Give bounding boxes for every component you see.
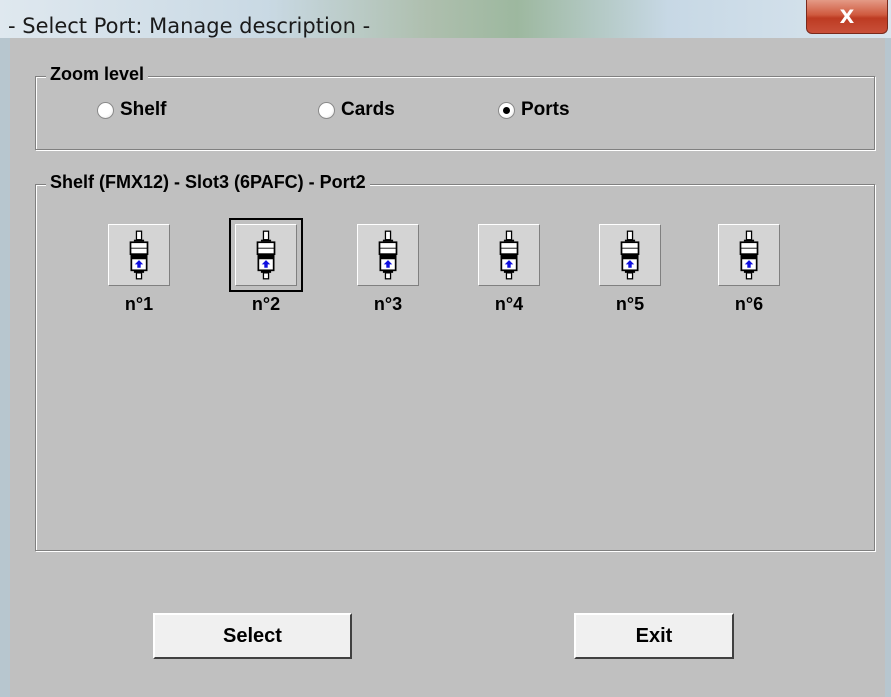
port-label-4: n°4 <box>494 294 524 314</box>
port-2[interactable]: n°2 <box>226 218 306 315</box>
port-connector-icon <box>122 228 156 282</box>
zoom-level-legend: Zoom level <box>46 64 149 85</box>
port-button-4[interactable] <box>478 224 540 286</box>
ports-group-legend: Shelf (FMX12) - Slot3 (6PAFC) - Port2 <box>46 172 370 193</box>
radio-shelf[interactable]: Shelf <box>97 99 166 121</box>
port-label-6: n°6 <box>734 294 764 314</box>
port-button-2[interactable] <box>229 218 303 292</box>
radio-cards[interactable]: Cards <box>318 99 395 121</box>
exit-button[interactable]: Exit <box>574 613 734 659</box>
radio-shelf-label: Shelf <box>120 99 167 120</box>
port-6[interactable]: n°6 <box>709 224 789 315</box>
radio-cards-circle[interactable] <box>318 101 335 119</box>
radio-ports-label: Ports <box>521 99 570 120</box>
port-label-2: n°2 <box>251 294 281 314</box>
port-button-5[interactable] <box>599 224 661 286</box>
select-button[interactable]: Select <box>153 613 352 659</box>
window-frame-left <box>0 38 10 697</box>
port-4[interactable]: n°4 <box>469 224 549 315</box>
port-1[interactable]: n°1 <box>99 224 179 315</box>
window-title: - Select Port: Manage description - <box>8 14 371 38</box>
port-button-6[interactable] <box>718 224 780 286</box>
port-label-5: n°5 <box>615 294 645 314</box>
port-button-3[interactable] <box>357 224 419 286</box>
zoom-level-group: Zoom level Shelf Cards Ports <box>35 64 875 150</box>
radio-ports[interactable]: Ports <box>498 99 570 121</box>
port-5[interactable]: n°5 <box>590 224 670 315</box>
port-connector-icon <box>249 228 283 282</box>
radio-selected-dot <box>503 106 510 114</box>
port-3[interactable]: n°3 <box>348 224 428 315</box>
port-connector-icon <box>492 228 526 282</box>
port-connector-icon <box>613 228 647 282</box>
radio-cards-label: Cards <box>341 99 395 120</box>
window-frame-right <box>885 38 891 697</box>
port-connector-icon <box>371 228 405 282</box>
close-button[interactable]: X <box>806 0 888 34</box>
port-button-1[interactable] <box>108 224 170 286</box>
radio-ports-circle[interactable] <box>498 101 515 119</box>
close-icon: X <box>839 5 855 28</box>
port-label-3: n°3 <box>373 294 403 314</box>
port-label-1: n°1 <box>124 294 154 314</box>
port-connector-icon <box>732 228 766 282</box>
radio-shelf-circle[interactable] <box>97 101 114 119</box>
